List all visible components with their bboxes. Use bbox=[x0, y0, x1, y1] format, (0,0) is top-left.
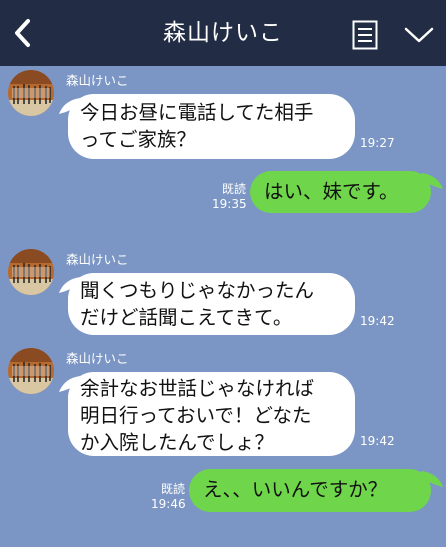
message-bubble[interactable]: はい、妹です。 bbox=[250, 171, 431, 213]
sender-name: 森山けいこ bbox=[66, 73, 129, 88]
zebra-photo-icon bbox=[8, 249, 54, 295]
message-time: 19:42 bbox=[360, 434, 395, 448]
read-receipt: 既読 19:46 bbox=[151, 482, 186, 512]
chevron-down-icon[interactable] bbox=[403, 26, 435, 44]
message-bubble[interactable]: 今日お昼に電話してた相手 ってご家族？ bbox=[68, 94, 355, 159]
message-time: 19:42 bbox=[360, 314, 395, 328]
zebra-photo-icon bbox=[8, 70, 54, 116]
chat-header: 森山けいこ bbox=[0, 0, 446, 66]
chat-title: 森山けいこ bbox=[163, 20, 283, 46]
message-time: 19:35 bbox=[212, 197, 247, 211]
chat-screen: 森山けいこ 森山けいこ 今日お昼に電話してた相手 ってご家族？ 19:27 既読… bbox=[0, 0, 446, 547]
message-time: 19:27 bbox=[360, 136, 395, 150]
read-label: 既読 bbox=[221, 182, 246, 196]
message-bubble[interactable]: え、、いいんですか？ bbox=[189, 469, 431, 512]
message-time: 19:46 bbox=[151, 497, 186, 511]
sender-avatar[interactable] bbox=[8, 348, 54, 394]
message-bubble[interactable]: 余計なお世話じゃなければ 明日行っておいで！どなた か入院したんでしょ？ bbox=[68, 372, 355, 456]
sender-avatar[interactable] bbox=[8, 70, 54, 116]
sender-avatar[interactable] bbox=[8, 249, 54, 295]
zebra-photo-icon bbox=[8, 348, 54, 394]
sender-name: 森山けいこ bbox=[66, 351, 129, 366]
sender-name: 森山けいこ bbox=[66, 252, 129, 267]
message-bubble[interactable]: 聞くつもりじゃなかったん だけど話聞こえてきて。 bbox=[68, 273, 355, 335]
memo-list-icon[interactable] bbox=[352, 20, 378, 50]
read-receipt: 既読 19:35 bbox=[212, 182, 247, 212]
read-label: 既読 bbox=[160, 482, 185, 496]
